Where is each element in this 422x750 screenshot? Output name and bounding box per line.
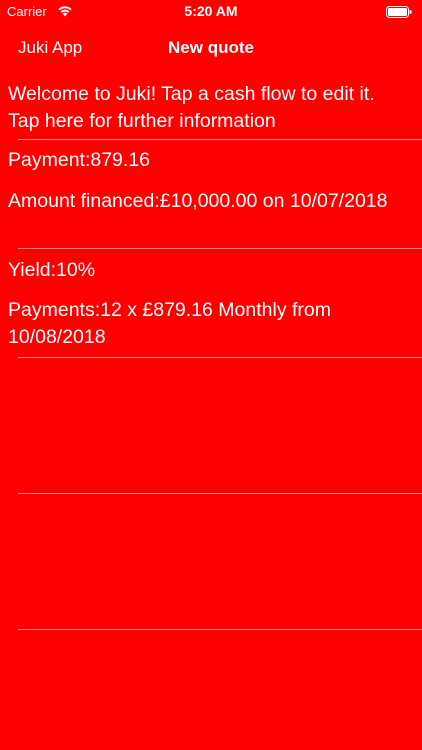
- amount-financed-text: Amount financed:£10,000.00 on 10/07/2018: [8, 190, 388, 212]
- yield-text: Yield:10%: [8, 259, 96, 281]
- amount-financed-row[interactable]: Amount financed:£10,000.00 on 10/07/2018: [0, 180, 422, 249]
- navigation-bar: Juki App New quote: [0, 24, 422, 72]
- empty-row-divider: [18, 493, 422, 494]
- row-divider: [18, 357, 422, 358]
- payments-row[interactable]: Payments:12 x £879.16 Monthly from 10/08…: [0, 289, 422, 358]
- payment-row[interactable]: Payment:879.16: [0, 140, 422, 180]
- yield-row[interactable]: Yield:10%: [0, 249, 422, 289]
- battery-icon: [386, 6, 412, 18]
- info-row[interactable]: Welcome to Juki! Tap a cash flow to edit…: [0, 72, 422, 140]
- payment-text: Payment:879.16: [8, 149, 151, 171]
- cash-flow-list: Welcome to Juki! Tap a cash flow to edit…: [0, 72, 422, 358]
- empty-row-divider: [18, 629, 422, 630]
- payments-text: Payments:12 x £879.16 Monthly from 10/08…: [8, 299, 331, 348]
- page-title: New quote: [168, 38, 254, 57]
- clock-time: 5:20 AM: [184, 3, 238, 19]
- info-text: Welcome to Juki! Tap a cash flow to edit…: [8, 83, 375, 132]
- status-bar: Carrier 5:20 AM: [0, 0, 422, 24]
